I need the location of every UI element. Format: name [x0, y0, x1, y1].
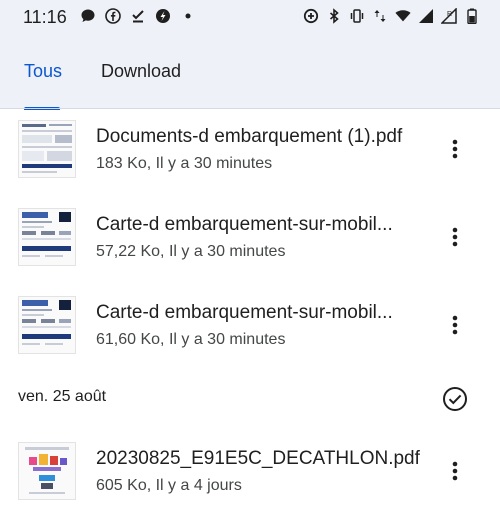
file-meta: 57,22 Ko, Il y a 30 minutes [96, 243, 286, 260]
signal-icon [418, 8, 434, 24]
more-vert-icon [452, 227, 458, 247]
file-row[interactable]: Carte-d embarquement-sur-mobil... 61,60 … [0, 285, 500, 371]
battery-icon [464, 8, 480, 24]
status-time: 11:16 [23, 7, 67, 27]
file-thumbnail [18, 208, 76, 266]
more-options-button[interactable] [440, 310, 470, 340]
file-row[interactable]: Documents-d embarquement (1).pdf 183 Ko,… [0, 109, 500, 195]
app-header: 11:16 R Tous Download [0, 0, 500, 110]
file-name: Carte-d embarquement-sur-mobil... [96, 214, 393, 235]
check-circle-icon [443, 387, 467, 411]
more-options-button[interactable] [440, 134, 470, 164]
wifi-icon [395, 8, 411, 24]
svg-text:R: R [447, 11, 452, 18]
data-saver-icon [303, 8, 319, 24]
vibrate-icon [349, 8, 365, 24]
signal-roaming-icon: R [441, 8, 457, 24]
tab-bar: Tous Download [0, 52, 500, 110]
more-options-button[interactable] [440, 222, 470, 252]
more-vert-icon [452, 139, 458, 159]
more-options-button[interactable] [440, 456, 470, 486]
app-icon [155, 8, 171, 24]
download-done-icon [130, 8, 146, 24]
tab-all[interactable]: Tous [24, 61, 62, 82]
file-row[interactable]: Carte-d embarquement-sur-mobil... 57,22 … [0, 197, 500, 283]
file-thumbnail [18, 120, 76, 178]
file-meta: 183 Ko, Il y a 30 minutes [96, 155, 273, 172]
select-all-button[interactable] [441, 385, 469, 413]
tab-download[interactable]: Download [101, 61, 181, 82]
chat-icon [80, 8, 96, 24]
file-thumbnail [18, 442, 76, 500]
section-date-label: ven. 25 août [18, 388, 107, 405]
more-vert-icon [452, 461, 458, 481]
file-row[interactable]: 20230825_E91E5C_DECATHLON.pdf 605 Ko, Il… [0, 428, 500, 514]
file-name: 20230825_E91E5C_DECATHLON.pdf [96, 448, 420, 469]
data-arrows-icon [372, 8, 388, 24]
file-meta: 61,60 Ko, Il y a 30 minutes [96, 331, 286, 348]
dot-icon [180, 8, 196, 24]
date-section-header: ven. 25 août [0, 376, 500, 420]
bluetooth-icon [326, 8, 342, 24]
file-meta: 605 Ko, Il y a 4 jours [96, 477, 242, 494]
facebook-icon [105, 8, 121, 24]
status-bar: 11:16 R [0, 0, 500, 34]
more-vert-icon [452, 315, 458, 335]
file-name: Carte-d embarquement-sur-mobil... [96, 302, 393, 323]
file-name: Documents-d embarquement (1).pdf [96, 126, 403, 147]
file-thumbnail [18, 296, 76, 354]
